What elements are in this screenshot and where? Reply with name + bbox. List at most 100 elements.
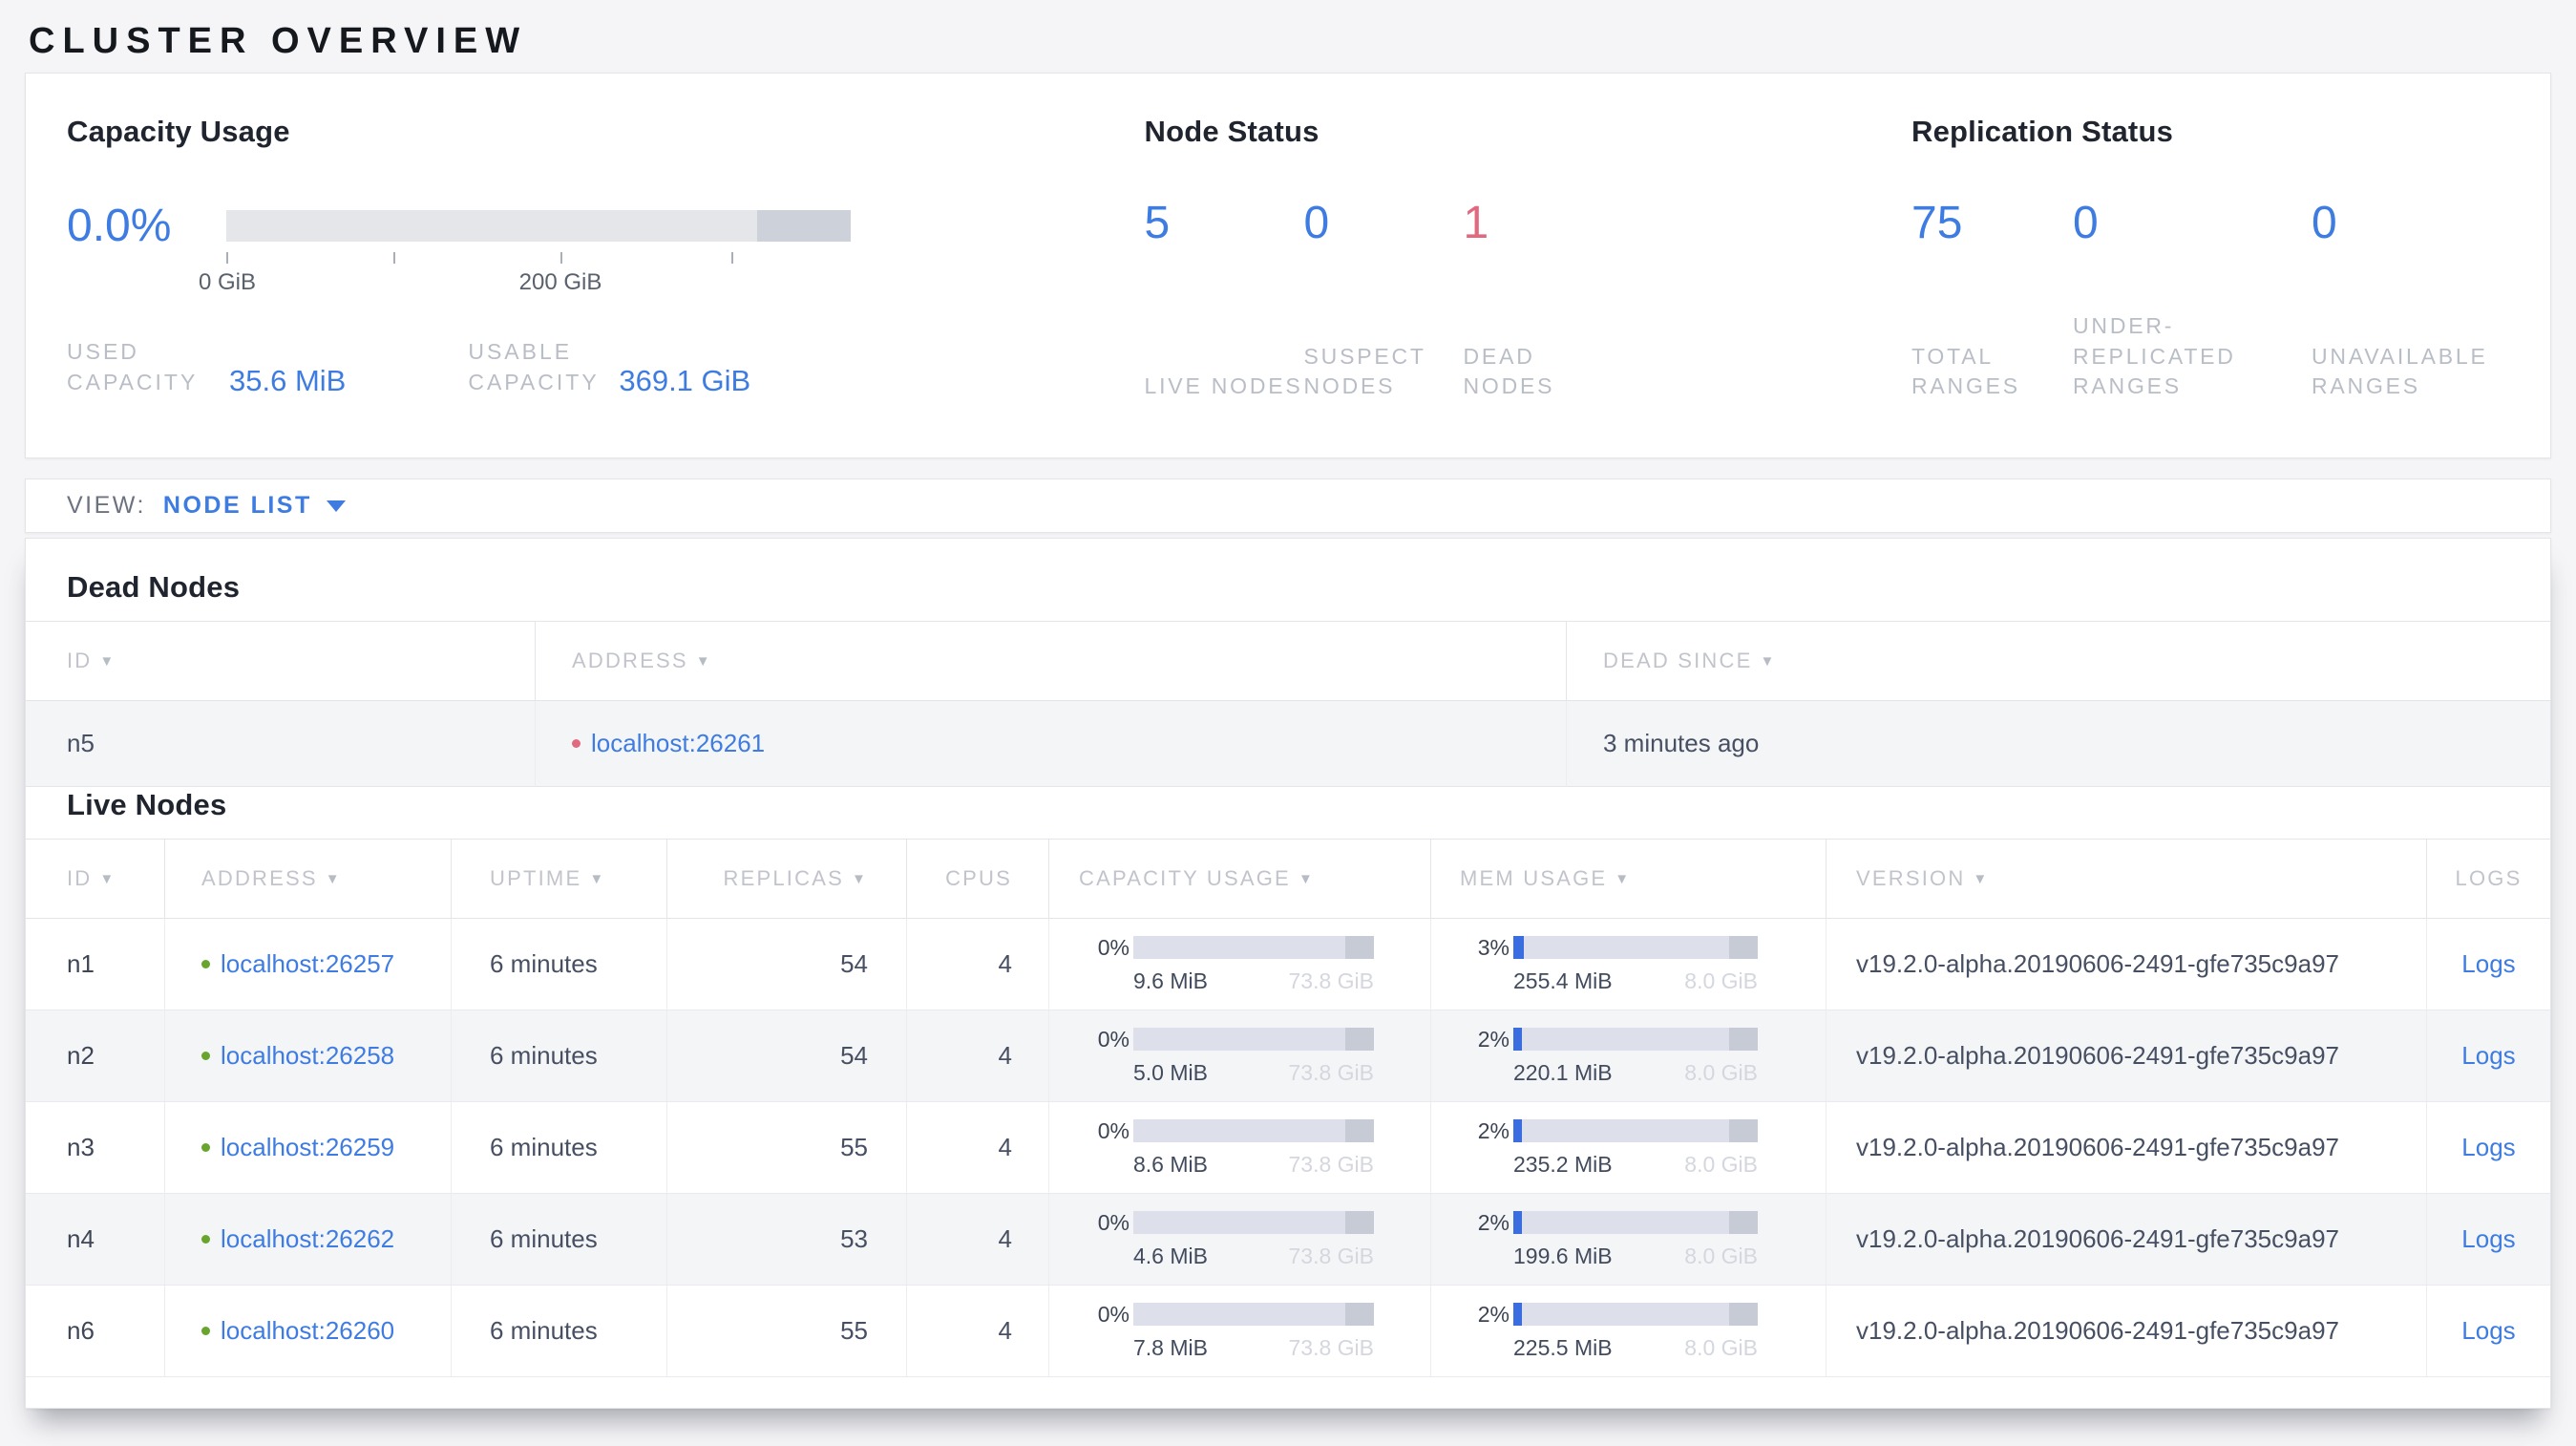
sort-desc-icon: ▼ [1298,870,1315,887]
mem-usage-cell: 2% 199.6 MiB 8.0 GiB [1431,1194,1826,1285]
mem-used-value: 255.4 MiB [1513,968,1613,993]
logs-link[interactable]: Logs [2461,1041,2515,1071]
used-capacity-stat: USED CAPACITY 35.6 MiB [67,337,346,397]
capacity-used-value: 9.6 MiB [1133,968,1208,993]
used-capacity-label: USED CAPACITY [67,339,199,394]
live-nodes-header-row: ID ▼ ADDRESS ▼ UPTIME ▼ REPLICAS ▼ CPUS [26,839,2550,919]
capacity-usage-title: Capacity Usage [67,115,290,148]
live-status-dot-icon [201,1143,210,1152]
dead-nodes-table: ID ▼ ADDRESS ▼ DEAD SINCE ▼ n5 localhost… [26,621,2550,787]
mem-total-value: 8.0 GiB [1684,1334,1758,1360]
mem-bar [1513,1028,1758,1051]
node-status-section: Node Status 5 LIVE NODES 0 SUSPECT NODES… [1115,74,1887,457]
dead-col-address[interactable]: ADDRESS ▼ [536,621,1567,701]
sort-desc-icon: ▼ [99,652,116,670]
table-row: n2 localhost:26258 6 minutes 54 4 0% 5.0… [26,1010,2550,1102]
node-address-link[interactable]: localhost:26258 [221,1041,394,1071]
col-mem-usage[interactable]: MEM USAGE ▼ [1431,839,1826,919]
mem-usage-cell: 2% 235.2 MiB 8.0 GiB [1431,1102,1826,1193]
node-address-link[interactable]: localhost:26259 [221,1133,394,1162]
mem-usage-cell: 3% 255.4 MiB 8.0 GiB [1431,919,1826,1010]
dead-node-id-cell: n5 [26,701,536,787]
col-logs-label: LOGS [2455,866,2523,890]
col-capacity-usage[interactable]: CAPACITY USAGE ▼ [1049,839,1431,919]
view-selector-bar: VIEW: NODE LIST [25,478,2551,533]
node-address-cell: localhost:26259 [165,1102,452,1193]
live-nodes-count: 5 [1144,198,1171,248]
col-mem-usage-label: MEM USAGE [1460,866,1608,890]
col-version-label: VERSION [1856,866,1966,890]
col-address[interactable]: ADDRESS ▼ [165,839,452,919]
dead-node-address-cell: localhost:26261 [536,701,1567,787]
col-cpus[interactable]: CPUS [907,839,1049,919]
mem-percent-label: 3% [1477,934,1510,960]
mem-percent-label: 2% [1477,1117,1510,1143]
version-cell: v19.2.0-alpha.20190606-2491-gfe735c9a97 [1826,919,2427,1010]
col-replicas[interactable]: REPLICAS ▼ [667,839,907,919]
under-replicated-metric: 0 UNDER-REPLICATED RANGES [2073,196,2312,402]
capacity-usage-section: Capacity Usage 0.0% 0 GiB 200 GiB USED C… [26,74,1115,457]
mem-bar-reserved-segment [1729,1303,1758,1326]
version-cell: v19.2.0-alpha.20190606-2491-gfe735c9a97 [1826,1194,2427,1285]
capacity-percent-label: 0% [1097,1209,1130,1235]
node-id-cell: n3 [26,1102,165,1193]
capacity-usage-cell: 0% 5.0 MiB 73.8 GiB [1049,1010,1431,1101]
mem-percent-label: 2% [1477,1209,1510,1235]
logs-link[interactable]: Logs [2461,1224,2515,1254]
cpus-cell: 4 [907,1286,1049,1376]
mem-total-value: 8.0 GiB [1684,1059,1758,1085]
capacity-bar-reserved-segment [757,209,851,242]
mem-bar-reserved-segment [1729,1119,1758,1142]
node-address-cell: localhost:26258 [165,1010,452,1101]
uptime-cell: 6 minutes [452,1286,667,1376]
capacity-percent-label: 0% [1097,1117,1130,1143]
node-address-link[interactable]: localhost:26260 [221,1316,394,1346]
uptime-cell: 6 minutes [452,1194,667,1285]
logs-link[interactable]: Logs [2461,1316,2515,1346]
capacity-used-value: 5.0 MiB [1133,1059,1208,1085]
mem-used-value: 220.1 MiB [1513,1059,1613,1085]
capacity-bar [1133,1119,1374,1142]
capacity-used-value: 8.6 MiB [1133,1151,1208,1177]
dead-col-id[interactable]: ID ▼ [26,621,536,701]
mem-bar-reserved-segment [1729,1028,1758,1051]
logs-link[interactable]: Logs [2461,949,2515,979]
replication-status-section: Replication Status 75 TOTAL RANGES 0 UND… [1887,74,2550,457]
live-nodes-heading: Live Nodes [67,788,227,821]
col-id[interactable]: ID ▼ [26,839,165,919]
view-label: VIEW: [67,492,146,519]
usable-capacity-stat: USABLE CAPACITY 369.1 GiB [468,337,750,397]
suspect-nodes-metric: 0 SUSPECT NODES [1304,196,1464,402]
logs-link[interactable]: Logs [2461,1133,2515,1162]
capacity-bar-reserved-segment [1345,1119,1374,1142]
logs-cell: Logs [2427,1010,2550,1101]
suspect-nodes-label: SUSPECT NODES [1303,343,1426,399]
summary-panel: Capacity Usage 0.0% 0 GiB 200 GiB USED C… [25,73,2551,458]
col-replicas-label: REPLICAS [723,866,844,890]
mem-bar-fill [1513,1028,1522,1051]
node-address-link[interactable]: localhost:26257 [221,949,394,979]
suspect-nodes-count: 0 [1303,198,1330,248]
dead-col-dead-since[interactable]: DEAD SINCE ▼ [1567,621,2550,701]
dead-node-address-link[interactable]: localhost:26261 [591,729,765,758]
col-uptime[interactable]: UPTIME ▼ [452,839,667,919]
unavailable-ranges-count: 0 [2312,198,2337,248]
dead-col-address-label: ADDRESS [572,649,688,672]
total-ranges-count: 75 [1911,198,1963,248]
capacity-bar-reserved-segment [1345,1028,1374,1051]
mem-used-value: 235.2 MiB [1513,1151,1613,1177]
view-dropdown-value[interactable]: NODE LIST [163,492,312,520]
logs-cell: Logs [2427,1286,2550,1376]
node-address-cell: localhost:26260 [165,1286,452,1376]
capacity-usage-cell: 0% 7.8 MiB 73.8 GiB [1049,1286,1431,1376]
capacity-used-value: 4.6 MiB [1133,1243,1208,1268]
node-address-link[interactable]: localhost:26262 [221,1224,394,1254]
live-status-dot-icon [201,1235,210,1244]
col-version[interactable]: VERSION ▼ [1826,839,2427,919]
mem-bar-fill [1513,936,1524,959]
capacity-usage-cell: 0% 8.6 MiB 73.8 GiB [1049,1102,1431,1193]
capacity-total-value: 73.8 GiB [1288,1151,1375,1177]
view-dropdown[interactable]: NODE LIST [163,492,346,520]
table-row: n1 localhost:26257 6 minutes 54 4 0% 9.6… [26,919,2550,1010]
axis-label-mid: 200 GiB [518,268,602,295]
